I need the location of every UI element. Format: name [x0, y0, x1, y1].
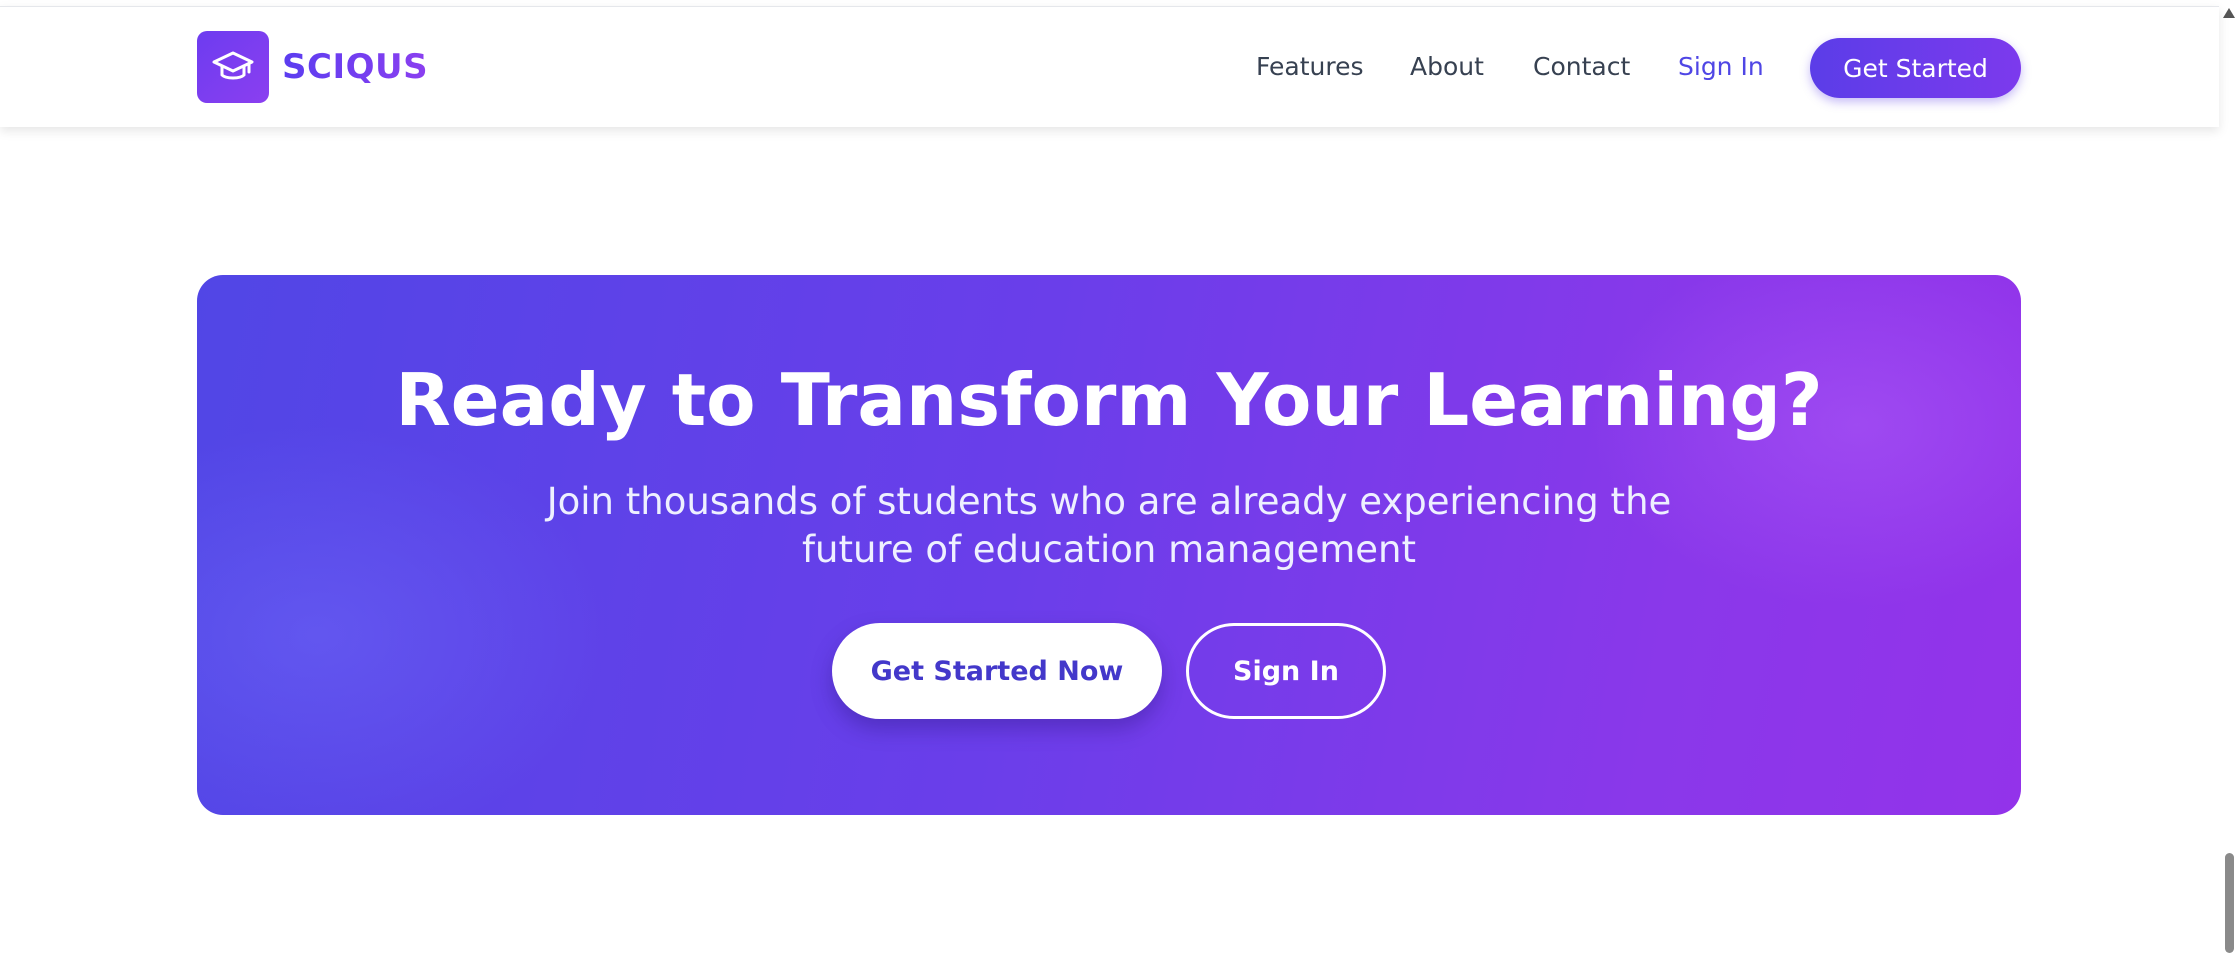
nav-link-features[interactable]: Features — [1256, 31, 1364, 103]
top-navigation-bar: SCIQUS Features About Contact Sign In Ge… — [0, 6, 2219, 127]
get-started-button[interactable]: Get Started — [1810, 38, 2021, 98]
nav-link-contact[interactable]: Contact — [1533, 31, 1630, 103]
page: SCIQUS Features About Contact Sign In Ge… — [0, 0, 2239, 953]
cta-title: Ready to Transform Your Learning? — [395, 358, 1823, 442]
cta-subtitle: Join thousands of students who are alrea… — [546, 480, 1672, 571]
cta-banner: Ready to Transform Your Learning? Join t… — [197, 275, 2021, 815]
nav-link-sign-in[interactable]: Sign In — [1678, 31, 1764, 103]
sign-in-button[interactable]: Sign In — [1186, 623, 1386, 719]
scroll-up-arrow-icon[interactable] — [2223, 8, 2235, 18]
scrollbar-thumb[interactable] — [2225, 853, 2234, 953]
vertical-scrollbar[interactable] — [2219, 0, 2239, 953]
nav-link-about[interactable]: About — [1410, 31, 1484, 103]
get-started-now-button[interactable]: Get Started Now — [832, 623, 1162, 719]
